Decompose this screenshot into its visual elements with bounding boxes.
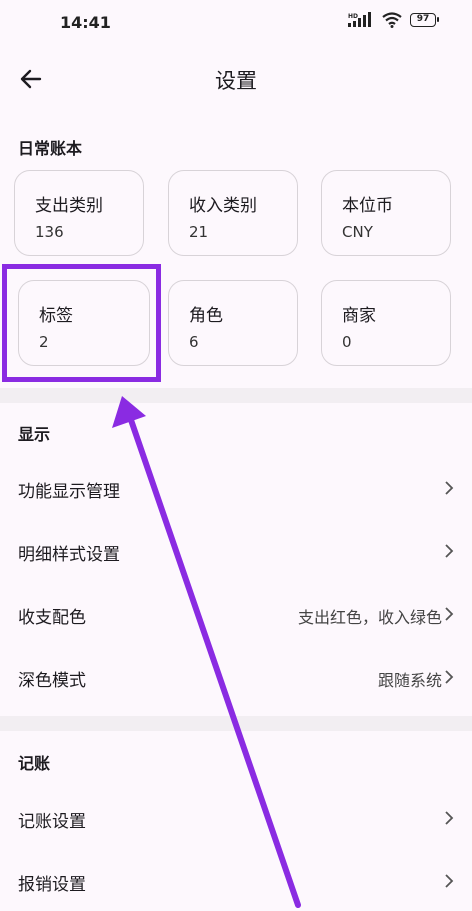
annotation-arrow <box>112 396 301 908</box>
